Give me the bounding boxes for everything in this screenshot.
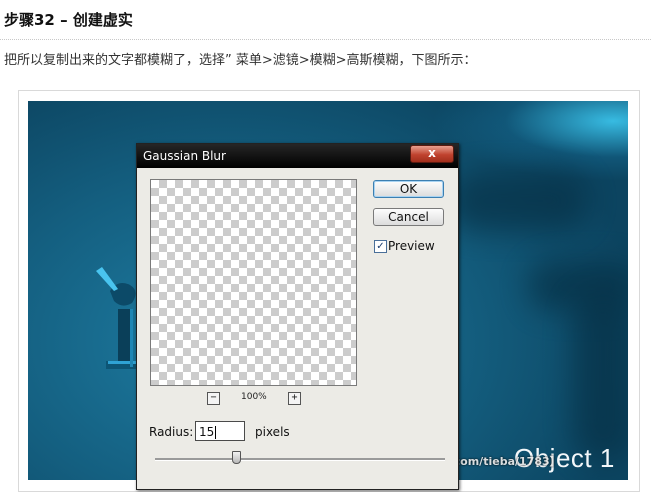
radius-slider-thumb[interactable] [232, 451, 241, 464]
letter-i-glow [96, 267, 118, 291]
zoom-out-button[interactable]: − [207, 392, 220, 405]
dialog-title: Gaussian Blur [143, 149, 226, 163]
radius-input[interactable]: 15 [195, 421, 245, 441]
letter-i-edge [130, 309, 133, 367]
zoom-level: 100% [241, 392, 267, 402]
plus-icon: + [291, 392, 298, 403]
preview-label: Preview [388, 239, 435, 253]
letter-i-stem [118, 309, 130, 367]
blurred-shape-top [448, 171, 588, 231]
radius-slider-track[interactable] [155, 458, 445, 461]
close-button[interactable]: x [410, 145, 454, 163]
text-caret [215, 426, 217, 439]
preview-checkbox[interactable]: ✓ [374, 240, 387, 253]
pixels-unit-label: pixels [255, 425, 290, 439]
dialog-titlebar[interactable]: Gaussian Blur x [137, 144, 458, 168]
checkmark-icon: ✓ [376, 241, 385, 252]
close-icon: x [428, 146, 436, 160]
gaussian-blur-dialog: Gaussian Blur x − 100% + OK Cancel ✓ Pre… [136, 143, 459, 490]
cancel-button[interactable]: Cancel [373, 208, 444, 226]
step-description: 把所以复制出来的文字都模糊了，选择” 菜单>滤镜>模糊>高斯模糊，下图所示： [4, 53, 477, 68]
filter-preview-pane[interactable] [150, 179, 357, 386]
zoom-in-button[interactable]: + [288, 392, 301, 405]
radius-value: 15 [199, 425, 215, 439]
radius-label: Radius: [149, 425, 194, 439]
minus-icon: − [210, 392, 217, 403]
divider [0, 39, 651, 40]
step-title: 步骤32 – 创建虚实 [4, 11, 133, 29]
blurred-shape-right [573, 291, 628, 461]
ok-button[interactable]: OK [373, 180, 444, 198]
